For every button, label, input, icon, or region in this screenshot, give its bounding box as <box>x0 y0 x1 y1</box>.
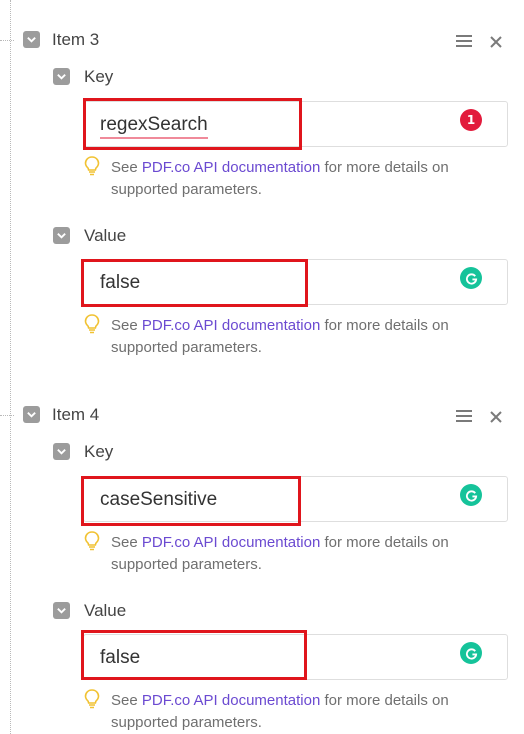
lightbulb-icon <box>84 314 100 334</box>
value-label: Value <box>84 226 127 245</box>
chevron-down-icon <box>27 37 36 43</box>
key-label: Key <box>84 442 114 461</box>
lightbulb-icon <box>84 531 100 551</box>
tree-branch <box>0 415 14 416</box>
grammarly-icon[interactable] <box>460 484 482 506</box>
key-input[interactable]: regexSearch 1 <box>83 101 508 147</box>
close-icon[interactable] <box>489 410 503 424</box>
api-docs-link[interactable]: PDF.co API documentation <box>142 534 320 551</box>
key-collapse-toggle[interactable] <box>53 68 70 85</box>
tree-guide-line <box>10 0 11 734</box>
value-input[interactable]: false <box>83 259 508 305</box>
api-docs-link[interactable]: PDF.co API documentation <box>142 159 320 176</box>
value-collapse-toggle[interactable] <box>53 227 70 244</box>
lightbulb-icon <box>84 689 100 709</box>
value-label: Value <box>84 601 127 620</box>
chevron-down-icon <box>57 449 66 455</box>
spelling-error-badge[interactable]: 1 <box>460 109 482 131</box>
key-input-value[interactable]: caseSensitive <box>100 489 217 511</box>
chevron-down-icon <box>57 608 66 614</box>
item-collapse-toggle[interactable] <box>23 406 40 423</box>
hamburger-menu-icon[interactable] <box>456 410 472 424</box>
item-collapse-toggle[interactable] <box>23 31 40 48</box>
parameter-hint: See PDF.co API documentation for more de… <box>111 159 449 198</box>
api-docs-link[interactable]: PDF.co API documentation <box>142 692 320 709</box>
hamburger-menu-icon[interactable] <box>456 35 472 49</box>
key-collapse-toggle[interactable] <box>53 443 70 460</box>
item-title: Item 4 <box>52 405 100 424</box>
value-collapse-toggle[interactable] <box>53 602 70 619</box>
grammarly-icon[interactable] <box>460 267 482 289</box>
chevron-down-icon <box>57 233 66 239</box>
chevron-down-icon <box>27 412 36 418</box>
parameter-hint: See PDF.co API documentation for more de… <box>111 692 449 731</box>
parameter-hint: See PDF.co API documentation for more de… <box>111 534 449 573</box>
key-input-value[interactable]: regexSearch <box>100 114 208 139</box>
lightbulb-icon <box>84 156 100 176</box>
key-input[interactable]: caseSensitive <box>83 476 508 522</box>
api-docs-link[interactable]: PDF.co API documentation <box>142 317 320 334</box>
chevron-down-icon <box>57 74 66 80</box>
tree-branch <box>0 40 14 41</box>
item-title: Item 3 <box>52 30 100 49</box>
close-icon[interactable] <box>489 35 503 49</box>
grammarly-icon[interactable] <box>460 642 482 664</box>
value-input[interactable]: false <box>83 634 508 680</box>
key-label: Key <box>84 67 114 86</box>
value-input-value[interactable]: false <box>100 272 140 294</box>
parameter-hint: See PDF.co API documentation for more de… <box>111 317 449 356</box>
value-input-value[interactable]: false <box>100 647 140 669</box>
